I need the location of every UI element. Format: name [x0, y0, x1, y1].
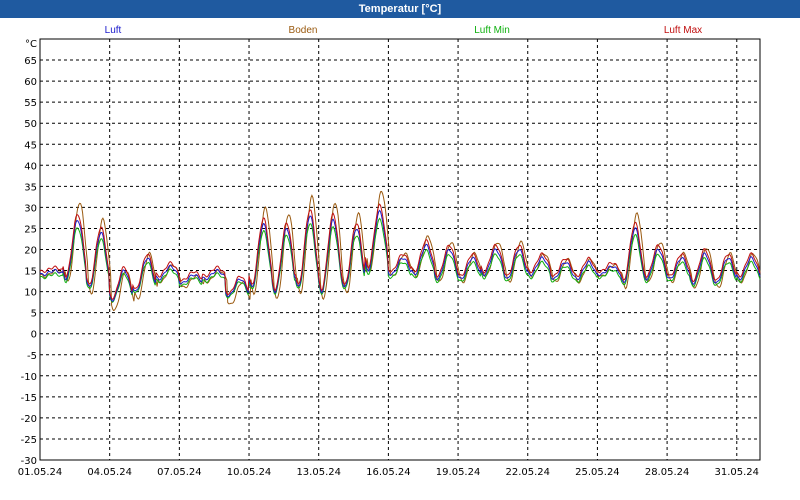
y-tick-label: 25: [24, 224, 37, 235]
y-tick-label: 15: [24, 267, 37, 278]
x-tick-label: 01.05.24: [18, 467, 63, 478]
series-luft-max-line: [39, 203, 761, 301]
x-tick-label: 16.05.24: [366, 467, 411, 478]
y-tick-label: -25: [21, 435, 37, 446]
y-tick-label: 65: [24, 56, 37, 67]
y-axis-label: °C: [25, 39, 37, 50]
y-tick-label: 55: [24, 98, 37, 109]
y-tick-label: 10: [24, 288, 37, 299]
temperature-chart: -30 -25 -20 -15 -10 -5 0 5 10 15 20 25 30 35 40 45 50 55 6…: [18, 38, 761, 478]
x-tick-label: 19.05.24: [436, 467, 481, 478]
y-tick-label: 35: [24, 182, 37, 193]
y-tick-label: 5: [31, 309, 37, 320]
y-tick-label: 50: [24, 119, 37, 130]
x-tick-label: 13.05.24: [296, 467, 341, 478]
y-tick-label: 30: [24, 203, 37, 214]
x-tick-label: 07.05.24: [157, 467, 202, 478]
y-tick-label: -30: [21, 456, 37, 467]
y-tick-label: 60: [24, 77, 37, 88]
series-boden-line: [39, 190, 761, 312]
x-tick-label: 22.05.24: [505, 467, 550, 478]
y-tick-label: -15: [21, 393, 37, 404]
chart-window: Temperatur [°C] Luft Boden Luft Min Luft…: [0, 0, 800, 500]
x-tick-label: 31.05.24: [715, 467, 760, 478]
y-tick-label: 0: [31, 330, 37, 341]
y-tick-label: 45: [24, 140, 37, 151]
y-tick-label: 40: [24, 161, 37, 172]
y-tick-label: -20: [21, 414, 37, 425]
y-tick-label: 20: [24, 246, 37, 257]
x-tick-label: 10.05.24: [227, 467, 272, 478]
x-tick-label: 04.05.24: [87, 467, 132, 478]
y-tick-label: -5: [27, 351, 37, 362]
x-tick-label: 28.05.24: [645, 467, 690, 478]
y-tick-label: -10: [21, 372, 37, 383]
x-tick-label: 25.05.24: [575, 467, 620, 478]
